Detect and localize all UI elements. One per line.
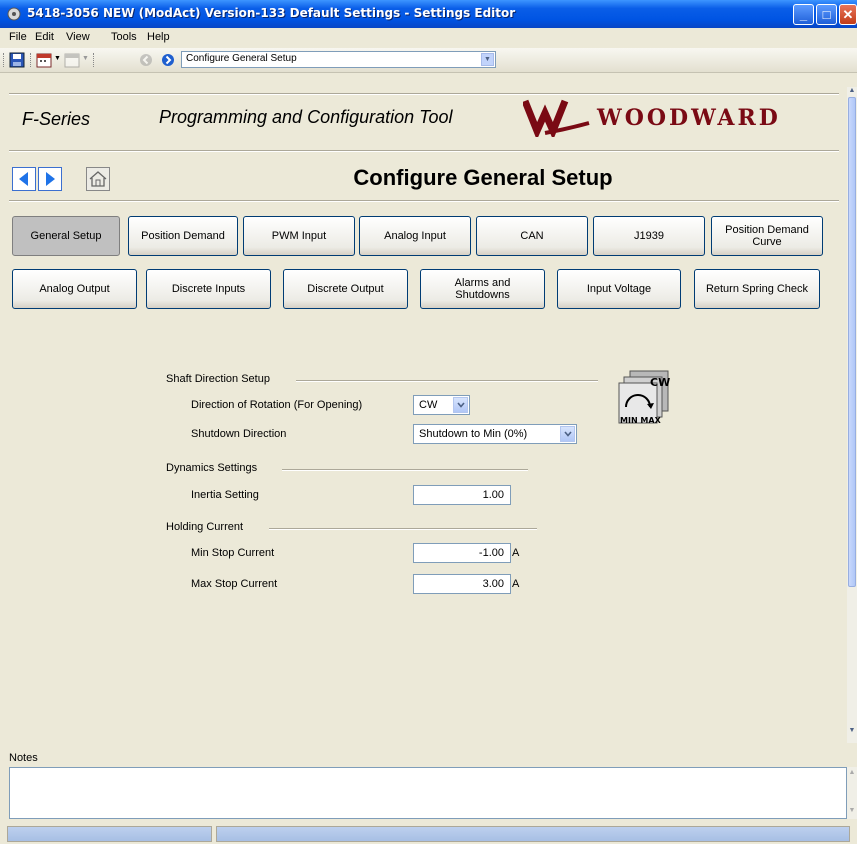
tab-analog-output[interactable]: Analog Output	[12, 269, 137, 309]
tab-return-spring-check[interactable]: Return Spring Check	[694, 269, 820, 309]
shutdown-direction-select[interactable]: Shutdown to Min (0%)	[413, 424, 577, 444]
vertical-scrollbar[interactable]: ▲ ▼	[847, 87, 857, 743]
shaft-direction-group-label: Shaft Direction Setup	[166, 373, 270, 385]
toolbar: ▼ ▼ Configure General Setup ▼	[0, 48, 857, 73]
chevron-down-icon[interactable]	[560, 426, 575, 442]
minimize-icon: _	[799, 7, 808, 22]
series-label: F-Series	[22, 109, 91, 129]
scroll-up-icon[interactable]: ▲	[847, 769, 857, 776]
rotation-select-value: CW	[419, 399, 438, 411]
notes-label: Notes	[9, 752, 38, 764]
tab-discrete-inputs[interactable]: Discrete Inputs	[146, 269, 271, 309]
dynamics-group-label: Dynamics Settings	[166, 462, 258, 474]
tab-general-setup[interactable]: General Setup	[12, 216, 120, 256]
menu-file[interactable]: File	[9, 31, 27, 43]
inertia-input[interactable]: 1.00	[413, 485, 511, 505]
notes-textarea[interactable]	[9, 767, 847, 819]
notes-scrollbar[interactable]: ▲ ▼	[847, 767, 857, 819]
scroll-up-icon[interactable]: ▲	[847, 87, 857, 97]
chevron-down-icon: ▼	[82, 55, 89, 62]
group-divider	[269, 528, 537, 530]
toolbar-grip	[30, 53, 33, 67]
graphic-cw-text: CW	[650, 376, 670, 389]
tab-pwm-input[interactable]: PWM Input	[243, 216, 355, 256]
back-arrow-icon	[140, 54, 152, 66]
chevron-down-icon[interactable]: ▼	[481, 53, 494, 66]
max-stop-current-input[interactable]: 3.00	[413, 574, 511, 594]
title-bar: 5418-3056 NEW (ModAct) Version-133 Defau…	[0, 0, 857, 28]
max-stop-current-unit: A	[512, 578, 520, 590]
main-panel: F-Series Programming and Configuration T…	[9, 87, 847, 743]
menu-tools[interactable]: Tools	[111, 31, 137, 43]
inertia-label: Inertia Setting	[191, 489, 259, 501]
close-icon: ✕	[842, 7, 854, 22]
max-stop-current-label: Max Stop Current	[191, 578, 278, 590]
rotation-label: Direction of Rotation (For Opening)	[191, 399, 363, 411]
min-stop-current-label: Min Stop Current	[191, 547, 275, 559]
group-divider	[296, 380, 598, 382]
group-divider	[282, 469, 528, 471]
woodward-logo	[523, 99, 590, 137]
close-button[interactable]: ✕	[839, 4, 857, 25]
maximize-button[interactable]: □	[816, 4, 837, 25]
tab-can[interactable]: CAN	[476, 216, 588, 256]
shutdown-direction-select-value: Shutdown to Min (0%)	[419, 428, 528, 440]
rotation-direction-graphic: CW MIN MAX	[618, 370, 670, 425]
divider	[9, 200, 839, 202]
toolbar-grip	[3, 53, 6, 67]
divider	[9, 150, 839, 152]
scroll-down-icon[interactable]: ▼	[847, 727, 857, 737]
min-stop-current-unit: A	[512, 547, 520, 559]
status-bar	[0, 824, 857, 844]
tab-position-demand-curve[interactable]: Position Demand Curve	[711, 216, 823, 256]
tab-j1939[interactable]: J1939	[593, 216, 705, 256]
tab-alarms-and-shutdowns[interactable]: Alarms and Shutdowns	[420, 269, 545, 309]
app-icon	[7, 7, 21, 21]
menu-view[interactable]: View	[66, 31, 90, 43]
holding-current-group-label: Holding Current	[166, 521, 244, 533]
menu-help[interactable]: Help	[147, 31, 170, 43]
tab-analog-input[interactable]: Analog Input	[359, 216, 471, 256]
page-title: Configure General Setup	[353, 165, 613, 190]
menu-edit[interactable]: Edit	[35, 31, 54, 43]
toolbar-grip	[93, 53, 96, 67]
chevron-down-icon[interactable]: ▼	[54, 55, 61, 62]
min-stop-current-input[interactable]: -1.00	[413, 543, 511, 563]
graphic-minmax-text: MIN MAX	[620, 416, 662, 425]
scrollbar-thumb[interactable]	[848, 97, 856, 587]
brand-header: F-Series Programming and Configuration T…	[9, 87, 847, 149]
calendar-icon	[64, 53, 80, 68]
save-icon[interactable]	[9, 52, 25, 68]
menu-bar: File Edit View Tools Help	[0, 28, 857, 48]
shutdown-direction-label: Shutdown Direction	[191, 428, 287, 440]
maximize-icon: □	[822, 7, 831, 22]
calendar-icon[interactable]	[36, 52, 52, 68]
window-title: 5418-3056 NEW (ModAct) Version-133 Defau…	[27, 6, 516, 20]
scroll-down-icon[interactable]: ▼	[847, 807, 857, 814]
page-selector-value: Configure General Setup	[186, 53, 297, 64]
status-panel	[7, 826, 212, 842]
tab-input-voltage[interactable]: Input Voltage	[557, 269, 681, 309]
chevron-down-icon[interactable]	[453, 397, 468, 413]
tab-discrete-output[interactable]: Discrete Output	[283, 269, 408, 309]
product-label: Programming and Configuration Tool	[159, 107, 453, 127]
tab-position-demand[interactable]: Position Demand	[128, 216, 238, 256]
rotation-select[interactable]: CW	[413, 395, 470, 415]
company-name: WOODWARD	[597, 105, 781, 131]
forward-arrow-icon[interactable]	[161, 53, 175, 67]
minimize-button[interactable]: _	[793, 4, 814, 25]
page-selector[interactable]: Configure General Setup ▼	[181, 51, 496, 68]
status-panel	[216, 826, 850, 842]
